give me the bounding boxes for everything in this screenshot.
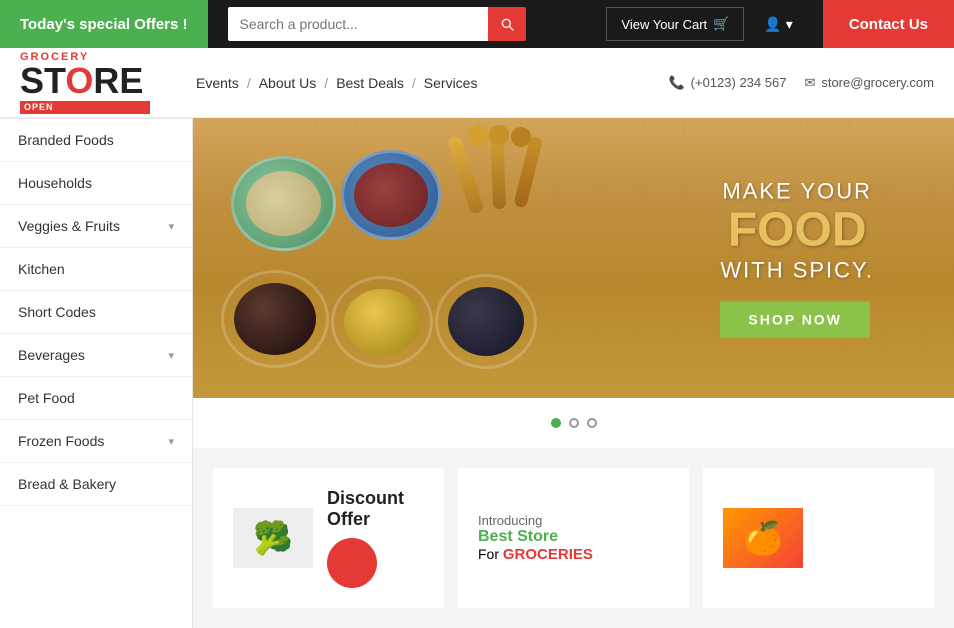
top-bar: Today's special Offers ! View Your Cart …: [0, 0, 954, 48]
shop-now-button[interactable]: SHOP NOW: [720, 301, 870, 337]
discount-badge: [327, 538, 377, 588]
sidebar-item-beverages[interactable]: Beverages ▾: [0, 334, 192, 377]
hero-line2: FOOD: [720, 205, 874, 258]
bottom-cards: 🥦 Discount Offer Introducing Best Store …: [193, 448, 954, 628]
logo-o: O: [65, 60, 93, 101]
sidebar-label: Frozen Foods: [18, 433, 104, 449]
best-store-label: Best Store: [478, 528, 593, 546]
logo-store-text: STORE: [20, 63, 150, 99]
logo-open: OPEN: [20, 101, 150, 114]
email-address: store@grocery.com: [821, 75, 934, 90]
discount-info: Discount Offer: [327, 488, 424, 588]
hero-line1: MAKE YOUR: [720, 179, 874, 205]
nav-best-deals[interactable]: Best Deals: [330, 75, 410, 91]
sidebar-label: Veggies & Fruits: [18, 218, 120, 234]
cart-label: View Your Cart: [621, 17, 707, 32]
bowl-dark-2: [435, 274, 537, 369]
sidebar-item-pet-food[interactable]: Pet Food: [0, 377, 192, 420]
main-nav: Events / About Us / Best Deals / Service…: [190, 75, 668, 91]
for-text: For: [478, 546, 499, 562]
sidebar-label: Pet Food: [18, 390, 75, 406]
search-input[interactable]: [228, 7, 488, 41]
header: GROCERY STORE OPEN Events / About Us / B…: [0, 48, 954, 118]
user-button[interactable]: 👤 ▾: [754, 16, 802, 33]
contact-label: Contact Us: [849, 16, 928, 33]
discount-card: 🥦 Discount Offer: [213, 468, 444, 608]
sidebar-item-bread-bakery[interactable]: Bread & Bakery: [0, 463, 192, 506]
spoon-head-2: [489, 125, 509, 145]
email-info: ✉ store@grocery.com: [804, 75, 934, 91]
bowl-green: [231, 156, 336, 251]
sidebar-label: Bread & Bakery: [18, 476, 116, 492]
bowl-yellow: [331, 276, 433, 368]
offer-text: Today's special Offers !: [20, 16, 188, 33]
sidebar: Branded Foods Households Veggies & Fruit…: [0, 118, 193, 628]
splash-card: 🍊: [703, 468, 934, 608]
dropdown-arrow-icon: ▾: [168, 220, 174, 233]
phone-number: (+0123) 234 567: [691, 75, 787, 90]
carousel-dot-2[interactable]: [569, 418, 579, 428]
juice-image: 🍊: [723, 508, 803, 568]
cart-icon: 🛒: [713, 16, 729, 32]
hero-banner: MAKE YOUR FOOD WITH SPICY. SHOP NOW: [193, 118, 954, 398]
intro-label: Introducing: [478, 513, 593, 528]
sidebar-item-kitchen[interactable]: Kitchen: [0, 248, 192, 291]
search-icon: [499, 16, 515, 32]
dropdown-arrow-icon: ▾: [168, 435, 174, 448]
carousel-dots: [193, 398, 954, 448]
nav-services[interactable]: Services: [418, 75, 484, 91]
sidebar-item-short-codes[interactable]: Short Codes: [0, 291, 192, 334]
carousel-dot-3[interactable]: [587, 418, 597, 428]
sidebar-menu: Branded Foods Households Veggies & Fruit…: [0, 118, 192, 506]
nav-about[interactable]: About Us: [253, 75, 323, 91]
sidebar-item-households[interactable]: Households: [0, 162, 192, 205]
dropdown-arrow-icon: ▾: [168, 349, 174, 362]
discount-title: Discount Offer: [327, 488, 424, 530]
intro-card: Introducing Best Store For GROCERIES: [458, 468, 689, 608]
sidebar-label: Households: [18, 175, 92, 191]
search-area: View Your Cart 🛒 👤 ▾: [208, 7, 823, 41]
email-icon: ✉: [804, 75, 815, 91]
main-layout: Branded Foods Households Veggies & Fruit…: [0, 118, 954, 628]
bowl-dark-1: [221, 270, 329, 368]
bowls-decoration: [213, 128, 593, 398]
hero-area: MAKE YOUR FOOD WITH SPICY. SHOP NOW 🥦 Di…: [193, 118, 954, 628]
hero-line3: WITH SPICY.: [720, 257, 874, 283]
carousel-dot-1[interactable]: [551, 418, 561, 428]
user-icon: 👤: [764, 16, 781, 33]
groceries-text: GROCERIES: [503, 546, 593, 563]
for-groceries: For GROCERIES: [478, 546, 593, 563]
search-button[interactable]: [488, 7, 526, 41]
sidebar-label: Beverages: [18, 347, 85, 363]
cart-button[interactable]: View Your Cart 🛒: [606, 7, 744, 41]
phone-info: 📞 (+0123) 234 567: [668, 75, 786, 91]
logo: GROCERY STORE OPEN: [20, 52, 150, 114]
offer-banner: Today's special Offers !: [0, 0, 208, 48]
sidebar-label: Branded Foods: [18, 132, 114, 148]
intro-text: Introducing Best Store For GROCERIES: [478, 513, 593, 563]
shop-now-label: SHOP NOW: [748, 311, 842, 327]
sidebar-item-frozen-foods[interactable]: Frozen Foods ▾: [0, 420, 192, 463]
user-dropdown-icon: ▾: [786, 16, 793, 33]
nav-events[interactable]: Events: [190, 75, 245, 91]
header-contact: 📞 (+0123) 234 567 ✉ store@grocery.com: [668, 75, 934, 91]
vegetables-image: 🥦: [233, 508, 313, 568]
sidebar-item-branded-foods[interactable]: Branded Foods: [0, 119, 192, 162]
sidebar-label: Short Codes: [18, 304, 96, 320]
phone-icon: 📞: [668, 75, 684, 91]
spoon-head-1: [467, 125, 489, 147]
sidebar-label: Kitchen: [18, 261, 65, 277]
bowl-blue: [341, 150, 441, 240]
contact-button[interactable]: Contact Us: [823, 0, 954, 48]
spoon-head-3: [511, 127, 531, 147]
hero-text: MAKE YOUR FOOD WITH SPICY. SHOP NOW: [720, 179, 874, 338]
sidebar-item-veggies[interactable]: Veggies & Fruits ▾: [0, 205, 192, 248]
